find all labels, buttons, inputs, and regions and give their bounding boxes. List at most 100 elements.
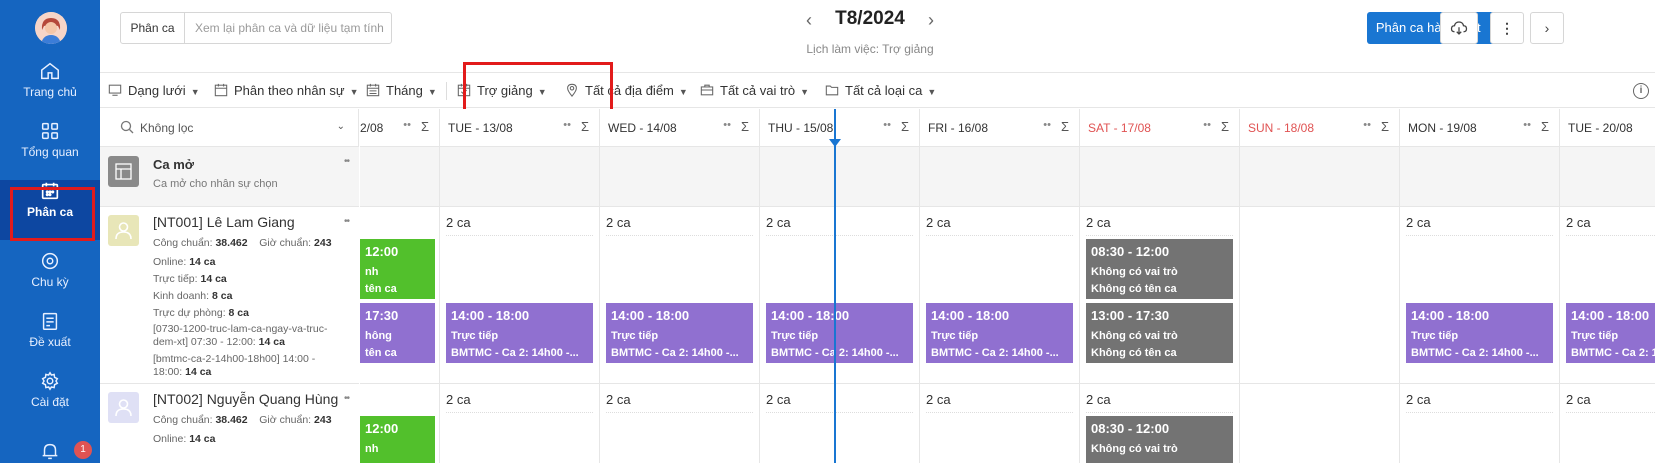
shift-card[interactable]: 14:00 - 18:00 Trực tiếp BMTMC - Ca 2: 14… <box>1566 303 1655 363</box>
nav-settings[interactable]: Cài đặt <box>0 370 100 426</box>
divider <box>1086 235 1233 236</box>
nav-cycle[interactable]: Chu kỳ <box>0 250 100 306</box>
group-by-dropdown[interactable]: Phân theo nhân sự ▼ <box>214 82 359 100</box>
shift-card[interactable]: 13:00 - 17:30 Không có vai trò Không có … <box>1086 303 1233 363</box>
day-label: THU - 15/08 <box>768 121 834 135</box>
more-dots-icon[interactable]: •• <box>403 119 411 131</box>
view-mode-dropdown[interactable]: Dạng lưới ▼ <box>108 82 200 100</box>
search-input[interactable] <box>185 13 391 43</box>
shift-card[interactable]: 17:30 hông tên ca <box>360 303 435 363</box>
day-cell[interactable]: 2 ca <box>920 384 1080 463</box>
period-dropdown[interactable]: Tháng ▼ <box>366 82 437 100</box>
day-header: MON - 19/08 •• Σ <box>1400 109 1560 147</box>
shift-type-dropdown[interactable]: Tất cả loại ca ▼ <box>825 82 936 100</box>
open-shift-cell[interactable] <box>360 147 440 207</box>
nav-proposal[interactable]: Đề xuất <box>0 310 100 366</box>
more-dots-icon[interactable]: •• <box>1363 119 1371 131</box>
employee-filter[interactable]: Không lọc ⌄ <box>100 109 359 147</box>
sigma-icon[interactable]: Σ <box>1061 119 1069 134</box>
day-label: WED - 14/08 <box>608 121 677 135</box>
user-avatar[interactable] <box>35 12 67 44</box>
month-nav: ‹ T8/2024 › Lịch làm việc: Trợ giảng <box>790 8 950 56</box>
day-cell[interactable]: 2 ca <box>1400 384 1560 463</box>
drag-handle-icon[interactable]: •• <box>344 216 350 227</box>
divider <box>1406 235 1553 236</box>
shift-card[interactable]: 14:00 - 18:00 Trực tiếp BMTMC - Ca 2: 14… <box>446 303 593 363</box>
role-label: Tất cả vai trò <box>720 83 796 98</box>
open-shift-cell[interactable] <box>1080 147 1240 207</box>
day-cell[interactable]: 12:00 nh <box>360 384 440 463</box>
shift-card[interactable]: 14:00 - 18:00 Trực tiếp BMTMC - Ca 2: 14… <box>1406 303 1553 363</box>
day-cell[interactable]: 2 ca 14:00 - 18:00 Trực tiếp BMTMC - Ca … <box>440 207 600 384</box>
more-dots-icon[interactable]: •• <box>1203 119 1211 131</box>
more-dots-icon[interactable]: •• <box>723 119 731 131</box>
cloud-download-button[interactable] <box>1440 12 1478 44</box>
day-cell[interactable]: 2 ca 14:00 - 18:00 Trực tiếp BMTMC - Ca … <box>600 207 760 384</box>
day-cell[interactable] <box>1240 207 1400 384</box>
day-cell[interactable]: 2 ca 14:00 - 18:00 Trực tiếp BMTMC - Ca … <box>920 207 1080 384</box>
day-cell[interactable]: 2 ca 14:00 - 18:00 Trực tiếp BMTMC - Ca … <box>1560 207 1655 384</box>
day-cell[interactable]: 2 ca 08:30 - 12:00 Không có vai trò <box>1080 384 1240 463</box>
day-cell[interactable]: 2 ca <box>600 384 760 463</box>
shift-name: Không có tên ca <box>1091 283 1177 295</box>
current-time-line <box>834 109 836 463</box>
more-options-button[interactable]: ⋮ <box>1490 12 1524 44</box>
day-cell[interactable]: 2 ca <box>1560 384 1655 463</box>
open-shift-cell[interactable] <box>1240 147 1400 207</box>
shift-card[interactable]: 14:00 - 18:00 Trực tiếp BMTMC - Ca 2: 14… <box>926 303 1073 363</box>
sigma-icon[interactable]: Σ <box>581 119 589 134</box>
day-cell[interactable] <box>1240 384 1400 463</box>
more-dots-icon[interactable]: •• <box>563 119 571 131</box>
shift-card[interactable]: 08:30 - 12:00 Không có vai trò <box>1086 416 1233 463</box>
open-shift-cell[interactable] <box>920 147 1080 207</box>
nav-home[interactable]: Trang chủ <box>0 60 100 116</box>
open-shift-cell[interactable] <box>1560 147 1655 207</box>
next-month-button[interactable]: › <box>928 10 934 31</box>
info-icon[interactable]: i <box>1633 83 1649 99</box>
sigma-icon[interactable]: Σ <box>741 119 749 134</box>
day-cell[interactable]: 2 ca 08:30 - 12:00 Không có vai trò Khôn… <box>1080 207 1240 384</box>
stat-line: Trực dự phòng: 8 ca <box>153 307 249 319</box>
open-shift-cell[interactable] <box>600 147 760 207</box>
more-dots-icon[interactable]: •• <box>1523 119 1531 131</box>
drag-handle-icon[interactable]: •• <box>344 393 350 404</box>
day-cell[interactable]: 2 ca 14:00 - 18:00 Trực tiếp BMTMC - Ca … <box>760 207 920 384</box>
bulk-assign-button[interactable]: Phân ca hàng loạt ▼ <box>1367 12 1508 44</box>
shift-card[interactable]: 12:00 nh <box>360 416 435 463</box>
employee-name[interactable]: [NT001] Lê Lam Giang <box>153 214 295 230</box>
stat-value: 8 ca <box>228 307 249 319</box>
shift-card[interactable]: 08:30 - 12:00 Không có vai trò Không có … <box>1086 239 1233 299</box>
sigma-icon[interactable]: Σ <box>1381 119 1389 134</box>
day-cell[interactable]: 2 ca <box>760 384 920 463</box>
open-shift-cell[interactable] <box>760 147 920 207</box>
employee-name[interactable]: [NT002] Nguyễn Quang Hùng <box>153 391 338 407</box>
day-cell[interactable]: 2 ca <box>440 384 600 463</box>
open-shift-cell[interactable] <box>440 147 600 207</box>
vertical-dots-icon: ⋮ <box>1500 20 1514 36</box>
role-dropdown[interactable]: Tất cả vai trò ▼ <box>700 82 809 100</box>
sigma-icon[interactable]: Σ <box>1221 119 1229 134</box>
sigma-icon[interactable]: Σ <box>1541 119 1549 134</box>
sigma-icon[interactable]: Σ <box>901 119 909 134</box>
expand-panel-button[interactable]: › <box>1530 12 1564 44</box>
gio-chuan-label: Giờ chuẩn: <box>259 414 312 426</box>
more-dots-icon[interactable]: •• <box>883 119 891 131</box>
prev-month-button[interactable]: ‹ <box>806 10 812 31</box>
day-cell[interactable]: 2 ca 14:00 - 18:00 Trực tiếp BMTMC - Ca … <box>1400 207 1560 384</box>
drag-handle-icon[interactable]: •• <box>344 156 350 167</box>
shift-card[interactable]: 12:00 nh tên ca <box>360 239 435 299</box>
day-cell[interactable]: 12:00 nh tên ca 17:30 hông tên ca <box>360 207 440 384</box>
divider <box>1566 235 1655 236</box>
day-label: 2/08 <box>360 121 384 135</box>
open-shift-cell[interactable] <box>1400 147 1560 207</box>
nav-overview[interactable]: Tổng quan <box>0 120 100 176</box>
chevron-down-icon: ▼ <box>800 87 810 97</box>
chevron-down-icon: ▼ <box>190 87 200 97</box>
sigma-icon[interactable]: Σ <box>421 119 429 134</box>
more-dots-icon[interactable]: •• <box>1043 119 1051 131</box>
day-label: TUE - 13/08 <box>448 121 513 135</box>
shift-card[interactable]: 14:00 - 18:00 Trực tiếp BMTMC - Ca 2: 14… <box>766 303 913 363</box>
stat-value: 14 ca <box>189 256 216 268</box>
shift-card[interactable]: 14:00 - 18:00 Trực tiếp BMTMC - Ca 2: 14… <box>606 303 753 363</box>
nav-proposal-label: Đề xuất <box>29 335 71 349</box>
